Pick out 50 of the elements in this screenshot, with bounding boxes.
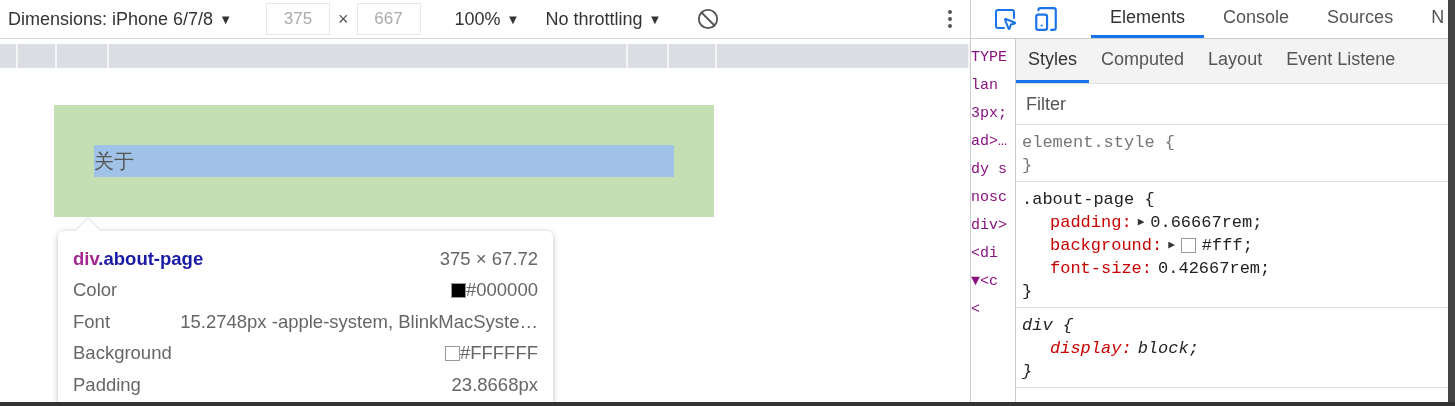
css-property: background: [1050, 235, 1163, 257]
dom-line: nosc [971, 189, 1008, 208]
dom-line: dy s [971, 161, 1008, 180]
expand-toggle[interactable]: ▶ [1168, 234, 1175, 257]
closing-brace: } [1022, 155, 1034, 177]
dimensions-dropdown[interactable]: Dimensions: iPhone 6/7/8 ▼ [8, 8, 232, 30]
css-value: #fff; [1201, 235, 1253, 257]
closing-brace: } [1022, 281, 1034, 303]
rule-selector: div { [1022, 315, 1074, 337]
device-icon[interactable] [1033, 6, 1059, 32]
css-property: font-size: [1050, 258, 1153, 280]
dom-line: ad>… [971, 133, 1008, 152]
property-label: Padding [73, 373, 141, 396]
zoom-dropdown[interactable]: 100% ▼ [454, 8, 520, 30]
css-value: 0.42667rem; [1158, 258, 1271, 280]
times-sign: × [338, 8, 349, 30]
panel-tab[interactable]: N [1412, 0, 1448, 38]
dom-line: TYPE [971, 49, 1008, 68]
dom-line: < [971, 301, 981, 320]
panel-tab[interactable]: Console [1204, 0, 1309, 38]
element-text: 关于 [94, 148, 134, 174]
property-value: #000000 [465, 279, 538, 302]
dom-line: ▼<c [971, 273, 999, 292]
circle-slash-icon[interactable] [697, 8, 720, 30]
dom-line: div> [971, 217, 1008, 236]
sidebar-tab[interactable]: Event Listene [1274, 39, 1408, 83]
panel-tab[interactable]: Sources [1308, 0, 1413, 38]
sidebar-tab[interactable]: Layout [1196, 39, 1275, 83]
property-label: Color [73, 279, 118, 302]
property-value: 15.2748px -apple-system, BlinkMacSyste… [180, 310, 538, 333]
rule-selector: .about-page { [1022, 189, 1156, 211]
closing-brace: } [1022, 361, 1034, 383]
throttling-dropdown[interactable]: No throttling ▼ [545, 8, 662, 30]
property-value: #FFFFFF [459, 342, 538, 365]
dom-line: lan [971, 77, 999, 96]
property-label: Font [73, 310, 111, 333]
expand-toggle[interactable]: ▶ [1137, 211, 1145, 234]
css-value: block; [1137, 338, 1199, 360]
element-size: 375 × 67.72 [439, 247, 538, 270]
sidebar-tab[interactable]: Computed [1089, 39, 1197, 83]
rule-selector: element.style { [1022, 132, 1177, 154]
property-value: 23.8668px [451, 373, 538, 396]
element-selector: div.about-page [73, 247, 204, 270]
dom-line: <di [971, 245, 999, 264]
css-property: padding: [1050, 212, 1132, 234]
dom-line: 3px; [971, 105, 1008, 124]
css-value: 0.66667rem; [1150, 212, 1263, 234]
inspect-icon[interactable] [993, 7, 1017, 31]
property-label: Background [73, 342, 172, 365]
css-property: display: [1050, 338, 1132, 360]
